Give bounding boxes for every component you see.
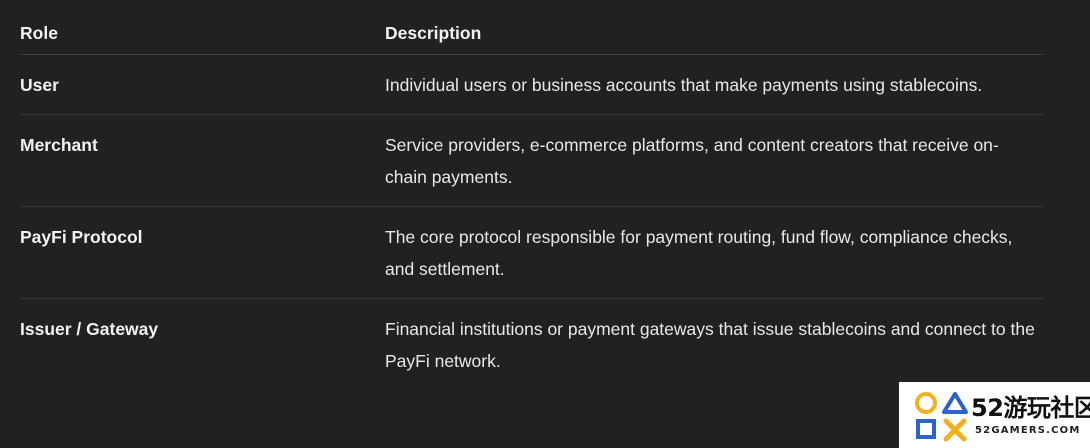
- header-role: Role: [20, 13, 385, 55]
- role-cell: Merchant: [20, 114, 385, 207]
- table-row: PayFi Protocol The core protocol respons…: [20, 206, 1044, 299]
- watermark-logo: 52游玩社区 52GAMERS.COM: [899, 382, 1090, 448]
- circle-icon: [915, 392, 937, 414]
- watermark-subtitle: 52GAMERS.COM: [975, 425, 1081, 436]
- cross-icon: [943, 418, 967, 442]
- table-row: Merchant Service providers, e-commerce p…: [20, 114, 1044, 207]
- description-cell: Financial institutions or payment gatewa…: [385, 318, 1035, 371]
- triangle-icon: [942, 392, 968, 414]
- description-cell: Service providers, e-commerce platforms,…: [385, 114, 1044, 207]
- table-header-row: Role Description: [20, 13, 1044, 55]
- role-cell: Issuer / Gateway: [20, 318, 159, 339]
- roles-table: Role Description User Individual users o…: [20, 13, 1044, 390]
- header-description: Description: [385, 13, 1044, 55]
- table-row: Issuer / Gateway Financial institutions …: [20, 298, 1044, 390]
- logo-icons: [915, 392, 968, 442]
- watermark-brand: 52游玩社区: [971, 394, 1090, 422]
- square-icon: [916, 419, 936, 439]
- role-cell: User: [20, 54, 385, 115]
- table-row: User Individual users or business accoun…: [20, 54, 1044, 115]
- role-cell: PayFi Protocol: [20, 206, 385, 299]
- roles-table-container: Role Description User Individual users o…: [20, 13, 1044, 390]
- description-cell: Individual users or business accounts th…: [385, 54, 1044, 115]
- description-cell: The core protocol responsible for paymen…: [385, 206, 1044, 299]
